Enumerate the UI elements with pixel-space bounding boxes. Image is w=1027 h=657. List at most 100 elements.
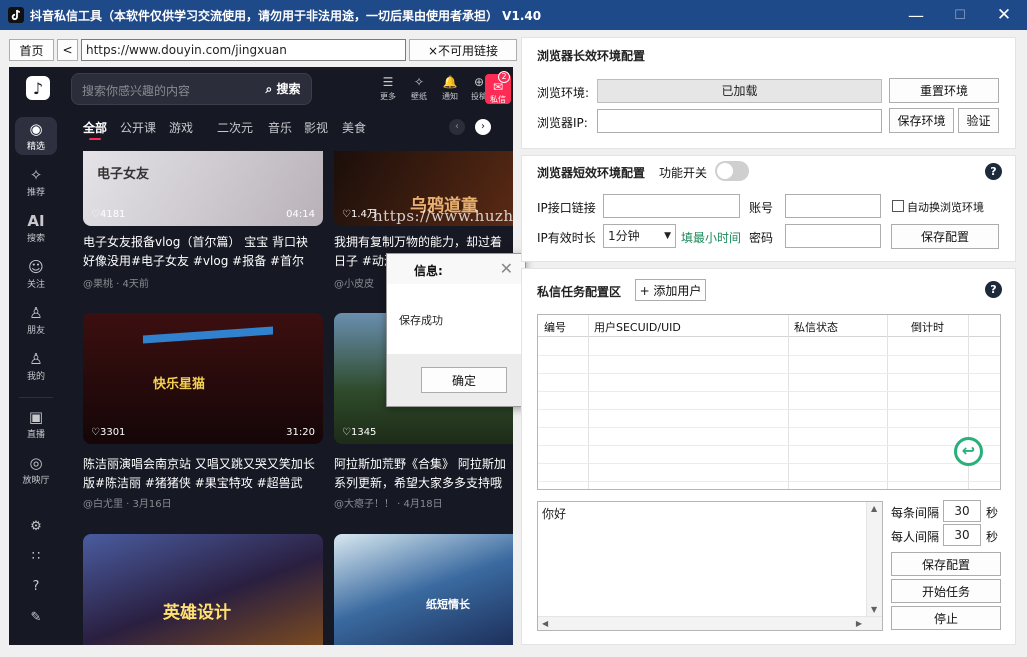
scroll-left-arrow[interactable]: ◀ bbox=[542, 619, 548, 628]
long-env-panel: 浏览器长效环境配置 浏览环境: 已加载 重置环境 浏览器IP: 保存环境 验证 bbox=[521, 37, 1016, 149]
browser-ip-input[interactable] bbox=[597, 109, 882, 133]
save-env-button[interactable]: 保存环境 bbox=[889, 108, 954, 133]
browser-nav: 首页 < https://www.douyin.com/jingxuan ×不可… bbox=[9, 39, 517, 61]
minimize-button[interactable]: — bbox=[893, 0, 939, 30]
messages-label: 私信 bbox=[490, 95, 506, 104]
dm-task-title: 私信任务配置区 bbox=[537, 285, 622, 299]
sidebar-item-ai-search[interactable]: AI 搜索 bbox=[15, 211, 57, 244]
dm-save-config-button[interactable]: 保存配置 bbox=[891, 552, 1001, 576]
search-button[interactable]: ⌕ 搜索 bbox=[257, 76, 309, 102]
min-time-link[interactable]: 填最小时间 bbox=[681, 229, 741, 246]
tab-music[interactable]: 音乐 bbox=[268, 119, 304, 136]
sidebar-item-featured[interactable]: ◉ 精选 bbox=[15, 117, 57, 155]
sidebar-divider bbox=[19, 397, 53, 398]
ai-search-icon: AI bbox=[27, 212, 45, 230]
sidebar-item-recommend[interactable]: ✧ 推荐 bbox=[15, 165, 57, 198]
toggle-knob bbox=[717, 163, 733, 179]
douyin-logo-icon[interactable]: ♪ bbox=[26, 76, 50, 100]
top-notify[interactable]: 🔔 通知 bbox=[436, 75, 464, 102]
video-thumbnail[interactable]: 英雄设计 bbox=[83, 534, 323, 645]
help-icon[interactable]: ? bbox=[985, 281, 1002, 298]
sidebar-item-live[interactable]: ▣ 直播 bbox=[15, 407, 57, 440]
close-button[interactable]: ✕ bbox=[981, 0, 1027, 30]
video-thumbnail[interactable]: 纸短情长 bbox=[334, 534, 513, 645]
sidebar-item-me[interactable]: ♙ 我的 bbox=[15, 349, 57, 382]
tab-anime[interactable]: 二次元 bbox=[217, 119, 268, 136]
video-title[interactable]: 陈洁丽演唱会南京站 又唱又跳又哭又笑加长版#陈洁丽 #猪猪侠 #果宝特攻 #超兽… bbox=[83, 455, 323, 493]
stop-button[interactable]: 停止 bbox=[891, 606, 1001, 630]
top-icon-label: 通知 bbox=[442, 92, 458, 101]
tab-open-course[interactable]: 公开课 bbox=[120, 119, 169, 136]
scroll-up-arrow[interactable]: ▲ bbox=[871, 504, 877, 513]
help-icon[interactable]: ? bbox=[27, 579, 45, 597]
maximize-button[interactable]: ☐ bbox=[937, 0, 983, 30]
interval-each-input[interactable]: 30 bbox=[943, 500, 981, 522]
sidebar-item-label: 放映厅 bbox=[22, 476, 50, 486]
messages-button[interactable]: 2 ✉ 私信 bbox=[485, 71, 511, 104]
like-count: ♡3301 bbox=[91, 427, 126, 438]
tab-games[interactable]: 游戏 bbox=[169, 119, 217, 136]
account-input[interactable] bbox=[785, 194, 881, 218]
sidebar-item-label: 关注 bbox=[26, 280, 45, 290]
scroll-down-arrow[interactable]: ▼ bbox=[871, 605, 877, 614]
reset-env-button[interactable]: 重置环境 bbox=[889, 78, 999, 103]
settings-icon[interactable]: ⚙ bbox=[27, 519, 45, 537]
horizontal-scrollbar[interactable]: ◀ ▶ bbox=[538, 616, 882, 630]
dialog-close-icon[interactable]: ✕ bbox=[500, 259, 513, 278]
ip-valid-select[interactable]: 1分钟 ▼ bbox=[603, 224, 676, 248]
thumbnail-caption: 纸短情长 bbox=[426, 598, 470, 611]
scroll-right-arrow[interactable]: ▶ bbox=[856, 619, 862, 628]
tab-food[interactable]: 美食 bbox=[342, 119, 379, 136]
home-button[interactable]: 首页 bbox=[9, 39, 54, 61]
return-arrow-icon[interactable]: ↩ bbox=[954, 437, 983, 466]
chevron-left-icon[interactable]: ‹ bbox=[449, 119, 465, 135]
video-meta[interactable]: @果桃 · 4天前 bbox=[83, 275, 149, 290]
tab-film[interactable]: 影视 bbox=[304, 119, 342, 136]
ip-api-input[interactable] bbox=[603, 194, 740, 218]
sidebar-item-follow[interactable]: ☺ 关注 bbox=[15, 257, 57, 290]
url-input[interactable]: https://www.douyin.com/jingxuan bbox=[81, 39, 406, 61]
sidebar-item-label: 推荐 bbox=[26, 188, 45, 198]
video-title[interactable]: 阿拉斯加荒野《合集》 阿拉斯加 系列更新，希望大家多多支持哦 bbox=[334, 455, 513, 493]
feedback-icon[interactable]: ✎ bbox=[27, 610, 45, 628]
recommend-icon: ✧ bbox=[29, 166, 43, 184]
video-meta[interactable]: @小皮皮 bbox=[334, 275, 374, 290]
search-input[interactable]: 搜索你感兴趣的内容 bbox=[82, 82, 190, 99]
window-title: 抖音私信工具（本软件仅供学习交流使用，请勿用于非法用途，一切后果由使用者承担） … bbox=[30, 8, 542, 23]
interval-user-input[interactable]: 30 bbox=[943, 524, 981, 546]
apps-icon[interactable]: ∷ bbox=[27, 549, 45, 567]
follow-icon: ☺ bbox=[28, 258, 44, 276]
dialog-ok-button[interactable]: 确定 bbox=[421, 367, 507, 393]
add-user-button[interactable]: + 添加用户 bbox=[635, 279, 706, 301]
table-header: 编号 用户SECUID/UID 私信状态 倒计时 bbox=[538, 315, 1000, 337]
account-label: 账号 bbox=[749, 201, 774, 215]
top-more[interactable]: ☰ 更多 bbox=[374, 75, 402, 102]
sidebar-item-screening-room[interactable]: ◎ 放映厅 bbox=[15, 453, 57, 486]
vertical-scrollbar[interactable]: ▲ ▼ bbox=[866, 502, 882, 616]
column-header: 用户SECUID/UID bbox=[594, 321, 681, 334]
thumbnail-caption: 英雄设计 bbox=[163, 603, 231, 623]
auto-switch-checkbox[interactable] bbox=[892, 200, 904, 212]
password-label: 密码 bbox=[749, 231, 774, 245]
back-button[interactable]: < bbox=[57, 39, 78, 61]
video-thumbnail[interactable]: 电子女友 ♡4181 04:14 bbox=[83, 151, 323, 226]
video-meta[interactable]: @大瘪子！！ · 4月18日 bbox=[334, 495, 443, 510]
tab-all[interactable]: 全部 bbox=[83, 119, 120, 136]
help-icon[interactable]: ? bbox=[985, 163, 1002, 180]
video-thumbnail[interactable]: 快乐星猫 ♡3301 31:20 bbox=[83, 313, 323, 444]
password-input[interactable] bbox=[785, 224, 881, 248]
chevron-right-icon[interactable]: › bbox=[475, 119, 491, 135]
video-meta[interactable]: @白尤里 · 3月16日 bbox=[83, 495, 172, 510]
dialog-message: 保存成功 bbox=[399, 314, 443, 327]
message-textarea[interactable]: 你好 ▲ ▼ ◀ ▶ bbox=[537, 501, 883, 631]
top-wallpaper[interactable]: ✧ 壁纸 bbox=[405, 75, 433, 102]
feature-toggle[interactable] bbox=[715, 161, 749, 181]
unavailable-link-button[interactable]: ×不可用链接 bbox=[409, 39, 517, 61]
short-save-config-button[interactable]: 保存配置 bbox=[891, 224, 999, 249]
start-task-button[interactable]: 开始任务 bbox=[891, 579, 1001, 603]
video-title[interactable]: 电子女友报备vlog（首尔篇） 宝宝 背口袂 好像没用#电子女友 #vlog #… bbox=[83, 233, 323, 271]
bell-icon: 🔔 bbox=[442, 75, 458, 89]
verify-button[interactable]: 验证 bbox=[958, 108, 999, 133]
douyin-search-box[interactable]: 搜索你感兴趣的内容 ⌕ 搜索 bbox=[71, 73, 312, 105]
sidebar-item-friends[interactable]: ♙ 朋友 bbox=[15, 303, 57, 336]
